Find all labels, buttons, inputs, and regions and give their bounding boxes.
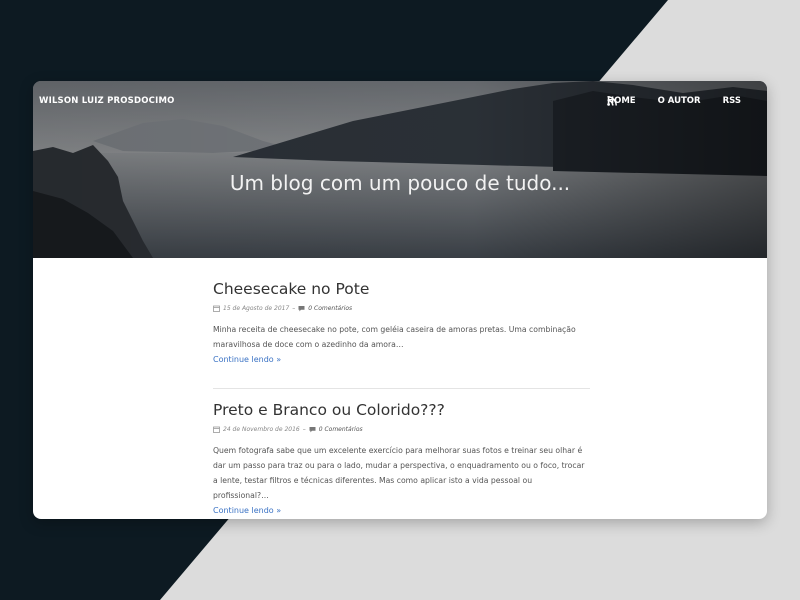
calendar-icon: [213, 305, 220, 312]
continue-reading-link[interactable]: Continue lendo »: [213, 352, 590, 367]
browser-window: WILSON LUIZ PROSDOCIMO HOME O AUTOR RSS …: [33, 81, 767, 519]
post-excerpt-text: Quem fotografa sabe que um excelente exe…: [213, 446, 585, 500]
post-excerpt: Quem fotografa sabe que um excelente exe…: [213, 443, 590, 518]
post-list: Cheesecake no Pote 15 de Agosto de 2017 …: [213, 258, 590, 519]
comment-icon: [298, 306, 305, 312]
hero-header: WILSON LUIZ PROSDOCIMO HOME O AUTOR RSS …: [33, 81, 767, 258]
hero-landscape-image: [33, 81, 767, 258]
main-nav: HOME O AUTOR RSS: [607, 96, 741, 106]
post-excerpt: Minha receita de cheesecake no pote, com…: [213, 322, 590, 367]
post-comments-link[interactable]: 0 Comentários: [319, 426, 363, 433]
nav-author-link[interactable]: O AUTOR: [658, 96, 701, 106]
continue-reading-link[interactable]: Continue lendo »: [213, 503, 590, 518]
post-comments-link[interactable]: 0 Comentários: [308, 305, 352, 312]
comment-icon: [309, 427, 316, 433]
post-meta: 24 de Novembro de 2016 – 0 Comentários: [213, 426, 590, 433]
post-meta: 15 de Agosto de 2017 – 0 Comentários: [213, 305, 590, 312]
calendar-icon: [213, 426, 220, 433]
meta-separator: –: [292, 305, 296, 312]
post-title-link[interactable]: Cheesecake no Pote: [213, 280, 590, 298]
site-brand-link[interactable]: WILSON LUIZ PROSDOCIMO: [39, 96, 175, 106]
nav-rss-link[interactable]: RSS: [607, 96, 741, 106]
nav-rss-label: RSS: [722, 96, 741, 106]
post-date: 15 de Agosto de 2017: [223, 305, 290, 312]
rss-icon: [607, 96, 617, 106]
post-item: Preto e Branco ou Colorido??? 24 de Nove…: [213, 389, 590, 519]
site-tagline: Um blog com um pouco de tudo...: [229, 171, 571, 195]
post-title-link[interactable]: Preto e Branco ou Colorido???: [213, 401, 590, 419]
post-date: 24 de Novembro de 2016: [223, 426, 300, 433]
post-item: Cheesecake no Pote 15 de Agosto de 2017 …: [213, 258, 590, 389]
post-excerpt-text: Minha receita de cheesecake no pote, com…: [213, 325, 576, 349]
meta-separator: –: [302, 426, 306, 433]
